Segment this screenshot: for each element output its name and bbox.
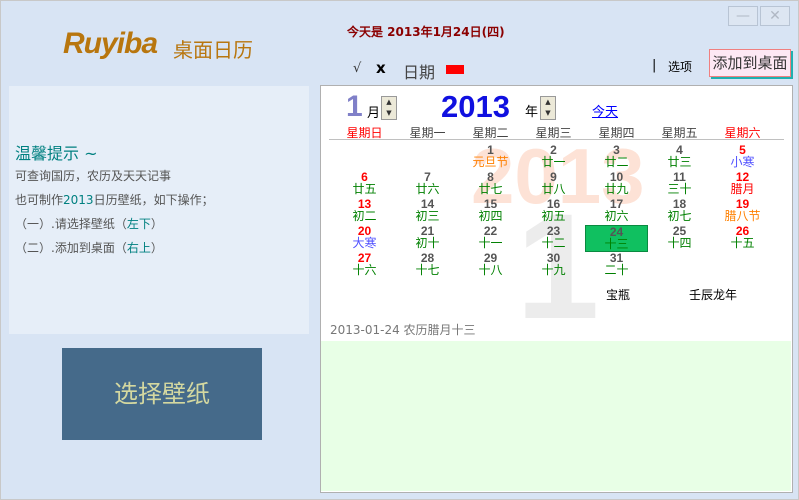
day-cell[interactable]: 25 十四 bbox=[648, 225, 711, 252]
zodiac-sign: 宝瓶 bbox=[606, 288, 631, 302]
day-cell[interactable]: 27 十六 bbox=[333, 252, 396, 279]
tip-line: 也可制作2013日历壁纸，如下操作； bbox=[15, 193, 214, 207]
lunar-date: 廿一 bbox=[541, 155, 566, 169]
day-cell[interactable]: 28 十七 bbox=[396, 252, 459, 279]
ganzhi-year: 壬辰龙年 bbox=[689, 288, 738, 302]
lunar-date: 廿二 bbox=[604, 155, 629, 169]
tip-line: 可查询国历，农历及天天记事 bbox=[15, 169, 172, 183]
day-cell[interactable]: 9 廿八 bbox=[522, 171, 585, 198]
lunar-date: 三十 bbox=[667, 182, 692, 196]
choose-wallpaper-button[interactable]: 选择壁纸 bbox=[62, 348, 262, 440]
lunar-date: 十三 bbox=[604, 237, 629, 251]
lunar-date: 廿七 bbox=[478, 182, 503, 196]
lunar-date: 十八 bbox=[478, 263, 503, 277]
lunar-date: 元旦节 bbox=[472, 155, 509, 169]
lunar-date: 廿六 bbox=[415, 182, 440, 196]
month-display: 1 bbox=[346, 90, 363, 123]
check-toggle[interactable]: √ bbox=[353, 61, 361, 76]
close-button[interactable]: ✕ bbox=[760, 6, 790, 26]
day-cell[interactable]: 13 初二 bbox=[333, 198, 396, 225]
lunar-date: 初十 bbox=[415, 236, 440, 250]
lunar-date: 初五 bbox=[541, 209, 566, 223]
tips-panel bbox=[9, 86, 309, 334]
lunar-date: 初二 bbox=[352, 209, 377, 223]
tip-line: （二）.添加到桌面（右上） bbox=[15, 241, 163, 255]
lunar-date: 十二 bbox=[541, 236, 566, 250]
lunar-date: 初六 bbox=[604, 209, 629, 223]
divider bbox=[329, 139, 784, 140]
notes-area[interactable] bbox=[321, 341, 791, 491]
day-cell[interactable]: 5 小寒 bbox=[711, 144, 774, 171]
day-cell[interactable]: 26 十五 bbox=[711, 225, 774, 252]
day-cell[interactable]: 3 廿二 bbox=[585, 144, 648, 171]
lunar-date: 初四 bbox=[478, 209, 503, 223]
day-cell[interactable]: 1 元旦节 bbox=[459, 144, 522, 171]
lunar-date: 廿五 bbox=[352, 182, 377, 196]
selected-date-status: 2013-01-24 农历腊月十三 bbox=[330, 323, 476, 337]
lunar-date: 十七 bbox=[415, 263, 440, 277]
lunar-date: 初七 bbox=[667, 209, 692, 223]
minimize-button[interactable]: — bbox=[728, 6, 758, 26]
lunar-date: 十六 bbox=[352, 263, 377, 277]
lunar-date: 腊月 bbox=[730, 182, 755, 196]
date-label: 日期 bbox=[403, 63, 436, 82]
x-toggle[interactable]: x bbox=[376, 59, 386, 77]
day-cell[interactable]: 14 初三 bbox=[396, 198, 459, 225]
day-cell[interactable]: 23 十二 bbox=[522, 225, 585, 252]
day-cell[interactable]: 19 腊八节 bbox=[711, 198, 774, 225]
lunar-date: 廿三 bbox=[667, 155, 692, 169]
day-cell[interactable]: 10 廿九 bbox=[585, 171, 648, 198]
day-cell[interactable]: 8 廿七 bbox=[459, 171, 522, 198]
lunar-date: 大寒 bbox=[352, 236, 377, 250]
lunar-date: 二十 bbox=[604, 263, 629, 277]
day-cell[interactable]: 7 廿六 bbox=[396, 171, 459, 198]
add-to-desktop-button[interactable]: 添加到桌面 bbox=[709, 49, 791, 77]
month-spinner[interactable]: ▲ ▼ bbox=[381, 96, 397, 120]
lunar-date: 十一 bbox=[478, 236, 503, 250]
day-cell[interactable]: 12 腊月 bbox=[711, 171, 774, 198]
day-cell-today[interactable]: 24 十三 bbox=[585, 225, 648, 252]
lunar-date: 廿九 bbox=[604, 182, 629, 196]
day-cell[interactable]: 18 初七 bbox=[648, 198, 711, 225]
today-link[interactable]: 今天 bbox=[592, 101, 618, 120]
tips-title: 温馨提示 ~ bbox=[15, 144, 98, 163]
day-cell[interactable]: 17 初六 bbox=[585, 198, 648, 225]
day-cell[interactable]: 11 三十 bbox=[648, 171, 711, 198]
lunar-date: 十五 bbox=[730, 236, 755, 250]
day-cell[interactable]: 22 十一 bbox=[459, 225, 522, 252]
month-label: 月 bbox=[367, 106, 381, 121]
day-cell[interactable]: 31 二十 bbox=[585, 252, 648, 279]
lunar-date: 腊八节 bbox=[724, 209, 761, 223]
logo-subtitle: 桌面日历 bbox=[173, 38, 253, 62]
year-display: 2013 bbox=[441, 89, 510, 124]
day-cell[interactable]: 20 大寒 bbox=[333, 225, 396, 252]
lunar-date: 十四 bbox=[667, 236, 692, 250]
year-spinner[interactable]: ▲ ▼ bbox=[540, 96, 556, 120]
today-date: 今天是 2013年1月24日(四) bbox=[347, 25, 505, 39]
lunar-date: 小寒 bbox=[730, 155, 755, 169]
day-cell[interactable]: 16 初五 bbox=[522, 198, 585, 225]
lunar-date: 十九 bbox=[541, 263, 566, 277]
logo: Ruyiba bbox=[63, 27, 158, 60]
year-label: 年 bbox=[525, 105, 539, 120]
options-link[interactable]: 选项 bbox=[668, 58, 692, 75]
day-cell[interactable]: 21 初十 bbox=[396, 225, 459, 252]
day-cell[interactable]: 30 十九 bbox=[522, 252, 585, 279]
tip-line: （一）.请选择壁纸（左下） bbox=[15, 217, 163, 231]
day-cell[interactable]: 29 十八 bbox=[459, 252, 522, 279]
day-cell[interactable]: 6 廿五 bbox=[333, 171, 396, 198]
lunar-date: 廿八 bbox=[541, 182, 566, 196]
day-cell[interactable]: 4 廿三 bbox=[648, 144, 711, 171]
lunar-date: 初三 bbox=[415, 209, 440, 223]
color-swatch[interactable] bbox=[446, 65, 464, 74]
separator: | bbox=[652, 58, 657, 73]
day-cell[interactable]: 15 初四 bbox=[459, 198, 522, 225]
day-cell[interactable]: 2 廿一 bbox=[522, 144, 585, 171]
